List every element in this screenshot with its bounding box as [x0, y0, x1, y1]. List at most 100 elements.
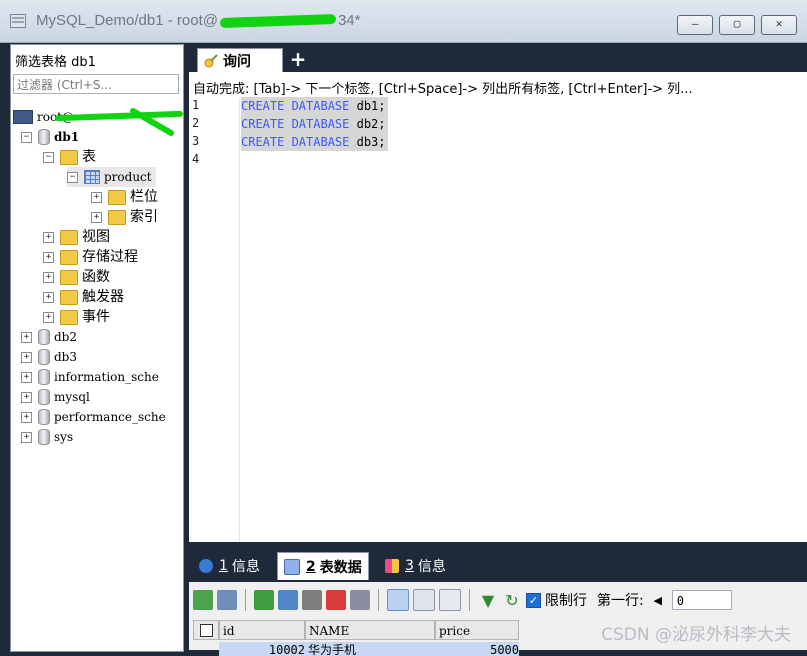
sql-keyword: CREATE DATABASE [241, 117, 350, 131]
expand-icon[interactable]: + [91, 191, 102, 203]
tree-table-product[interactable]: − product [67, 167, 156, 187]
tree-indexes[interactable]: + 索引 [91, 207, 158, 227]
column-header-name[interactable]: NAME [305, 620, 435, 640]
query-tab-label: 询问 [223, 53, 251, 70]
tab-number: 3 [405, 558, 414, 574]
save-row-icon[interactable] [254, 590, 274, 610]
db2-label: db2 [54, 330, 77, 344]
insert-rows-icon[interactable] [217, 590, 237, 610]
query-icon [204, 53, 218, 67]
functions-label: 函数 [82, 269, 110, 285]
app-icon [10, 14, 26, 28]
tab-info-1[interactable]: 1 信息 [193, 552, 266, 580]
discard-icon[interactable] [350, 590, 370, 610]
product-label: product [104, 170, 152, 184]
column-header-price[interactable]: price [435, 620, 519, 640]
column-header-id[interactable]: id [219, 620, 305, 640]
collapse-icon[interactable]: − [43, 151, 54, 163]
views-label: 视图 [82, 229, 110, 245]
text-view-icon[interactable] [439, 589, 461, 611]
line-gutter: 1 2 3 4 [189, 98, 240, 542]
window-titlebar: MySQL_Demo/db1 - root@ 34* — ▢ ✕ [0, 0, 807, 43]
expand-icon[interactable]: + [21, 371, 32, 383]
database-icon [38, 409, 50, 425]
sql-identifier: db1; [356, 99, 386, 113]
info-icon [199, 559, 213, 573]
duplicate-row-icon[interactable] [278, 590, 298, 610]
cell-price[interactable]: 5000 [435, 642, 519, 656]
select-all-checkbox[interactable] [193, 620, 219, 640]
add-tab-button[interactable]: + [289, 49, 307, 69]
tab-number: 1 [219, 558, 228, 574]
tab-info-3[interactable]: 3 信息 [379, 552, 452, 580]
filter-icon[interactable]: ▼ [478, 590, 498, 610]
database-icon [38, 329, 50, 345]
database-icon [38, 129, 50, 145]
tree-mysql[interactable]: + mysql [21, 387, 90, 407]
tree-db2[interactable]: + db2 [21, 327, 77, 347]
sql-keyword: CREATE DATABASE [241, 99, 350, 113]
first-row-input[interactable]: 0 [671, 590, 732, 610]
expand-icon[interactable]: + [21, 391, 32, 403]
autocomplete-hint: 自动完成: [Tab]-> 下一个标签, [Ctrl+Space]-> 列出所有… [193, 82, 693, 97]
tree-views[interactable]: + 视图 [43, 227, 110, 247]
limit-checkbox[interactable]: ✓ [526, 592, 541, 608]
expand-icon[interactable]: + [43, 291, 54, 303]
refresh-icon[interactable]: ↻ [502, 590, 522, 610]
code-line: CREATE DATABASE db2; [241, 115, 388, 133]
tree-db1[interactable]: − db1 [21, 127, 79, 147]
tab-table-data[interactable]: 2 表数据 [277, 552, 369, 580]
mysql-label: mysql [54, 390, 90, 404]
add-row-icon[interactable] [193, 590, 213, 610]
tree-performance-schema[interactable]: + performance_sche [21, 407, 166, 427]
columns-label: 栏位 [130, 189, 158, 205]
collapse-icon[interactable]: − [67, 171, 78, 183]
expand-icon[interactable]: + [21, 351, 32, 363]
prev-page-icon[interactable]: ◀ [648, 590, 668, 610]
tab-number: 2 [306, 558, 316, 575]
object-browser: 筛选表格 db1 过滤器 (Ctrl+S... root@ − db1 − 表 … [10, 44, 184, 652]
close-button[interactable]: ✕ [761, 15, 797, 35]
tree-functions[interactable]: + 函数 [43, 267, 110, 287]
save-icon[interactable] [302, 590, 322, 610]
tree-sys[interactable]: + sys [21, 427, 73, 447]
minimize-button[interactable]: — [677, 15, 713, 35]
expand-icon[interactable]: + [21, 431, 32, 443]
tree-triggers[interactable]: + 触发器 [43, 287, 124, 307]
database-icon [38, 429, 50, 445]
expand-icon[interactable]: + [43, 251, 54, 263]
folder-icon [60, 249, 78, 265]
expand-icon[interactable]: + [91, 211, 102, 223]
tree-db3[interactable]: + db3 [21, 347, 77, 367]
tree-information-schema[interactable]: + information_sche [21, 367, 159, 387]
tree-events[interactable]: + 事件 [43, 307, 110, 327]
folder-icon [60, 289, 78, 305]
expand-icon[interactable]: + [43, 271, 54, 283]
cell-name[interactable]: 华为手机 [305, 642, 435, 656]
expand-icon[interactable]: + [21, 331, 32, 343]
folder-icon [60, 269, 78, 285]
form-view-icon[interactable] [413, 589, 435, 611]
cell-id[interactable]: 10002 [219, 642, 305, 656]
expand-icon[interactable]: + [43, 231, 54, 243]
performance-schema-label: performance_sche [54, 410, 166, 424]
expand-icon[interactable]: + [21, 411, 32, 423]
results-toolbar: ▼ ↻ ✓ 限制行 第一行: ◀ 0 [189, 584, 807, 616]
collapse-icon[interactable]: − [21, 131, 32, 143]
line-number: 1 [192, 98, 200, 112]
delete-icon[interactable] [326, 590, 346, 610]
grid-view-icon[interactable] [387, 589, 409, 611]
db1-label: db1 [54, 130, 80, 144]
filter-input[interactable]: 过滤器 (Ctrl+S... [13, 74, 179, 94]
tree-procedures[interactable]: + 存储过程 [43, 247, 138, 267]
maximize-button[interactable]: ▢ [719, 15, 755, 35]
tab-label: 信息 [231, 559, 260, 575]
limit-label: 限制行 [545, 593, 587, 609]
tree-tables-folder[interactable]: − 表 [43, 147, 96, 167]
sql-editor[interactable]: 自动完成: [Tab]-> 下一个标签, [Ctrl+Space]-> 列出所有… [189, 72, 807, 542]
title-prefix: MySQL_Demo/db1 - root@ [36, 12, 218, 29]
tree-columns[interactable]: + 栏位 [91, 187, 158, 207]
expand-icon[interactable]: + [43, 311, 54, 323]
tab-query[interactable]: 询问 [197, 48, 283, 72]
messages-icon [385, 559, 399, 573]
